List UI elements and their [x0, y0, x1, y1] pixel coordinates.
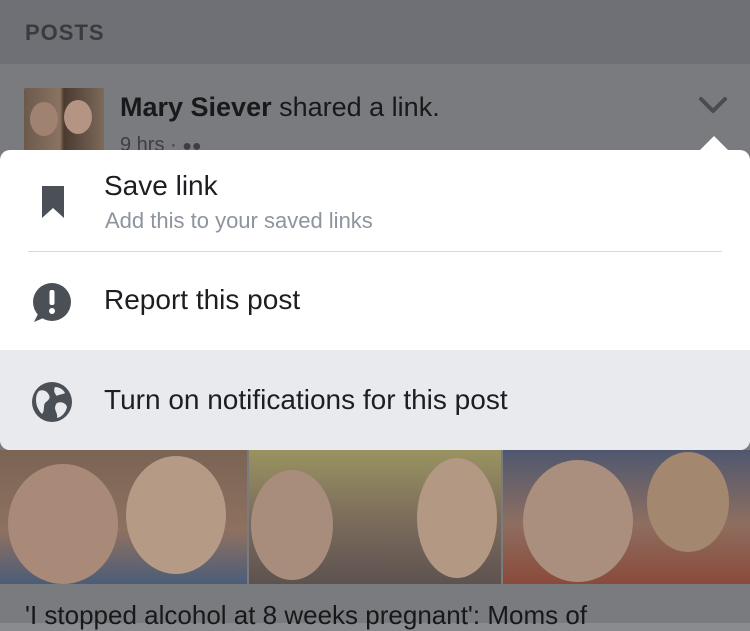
photo-panel [502, 450, 750, 584]
link-preview-image[interactable] [0, 450, 750, 584]
avatar-face [30, 102, 58, 136]
post-author-line: Mary Siever shared a link. [120, 92, 440, 123]
author-name[interactable]: Mary Siever [120, 92, 272, 122]
menu-item-sublabel: Add this to your saved links [105, 208, 373, 233]
menu-item-label: Report this post [104, 284, 301, 315]
avatar-face [64, 100, 92, 134]
photo-panel [249, 450, 501, 584]
photo-face [417, 458, 498, 578]
post-action-text: shared a link. [271, 92, 440, 122]
avatar[interactable] [24, 88, 104, 152]
alert-bubble-icon [33, 283, 71, 322]
menu-item-turn-on-notifications[interactable]: Turn on notifications for this post [0, 350, 750, 450]
menu-item-label: Turn on notifications for this post [104, 384, 508, 415]
posts-section-header: POSTS [0, 0, 750, 64]
section-title: POSTS [25, 20, 105, 45]
photo-face [522, 460, 633, 582]
bookmark-icon [42, 186, 64, 218]
photo-face [251, 470, 334, 580]
globe-icon [32, 382, 72, 422]
menu-item-report-post[interactable]: Report this post [0, 252, 750, 352]
photo-panel [0, 450, 248, 584]
menu-item-label: Save link [104, 170, 218, 201]
post-options-menu: Save link Add this to your saved links R… [0, 150, 750, 450]
photo-face [126, 456, 226, 574]
photo-face [8, 464, 118, 584]
link-headline[interactable]: 'I stopped alcohol at 8 weeks pregnant':… [25, 600, 587, 631]
menu-item-save-link[interactable]: Save link Add this to your saved links [0, 150, 750, 252]
chevron-down-icon[interactable] [698, 94, 728, 116]
photo-face [646, 452, 729, 552]
